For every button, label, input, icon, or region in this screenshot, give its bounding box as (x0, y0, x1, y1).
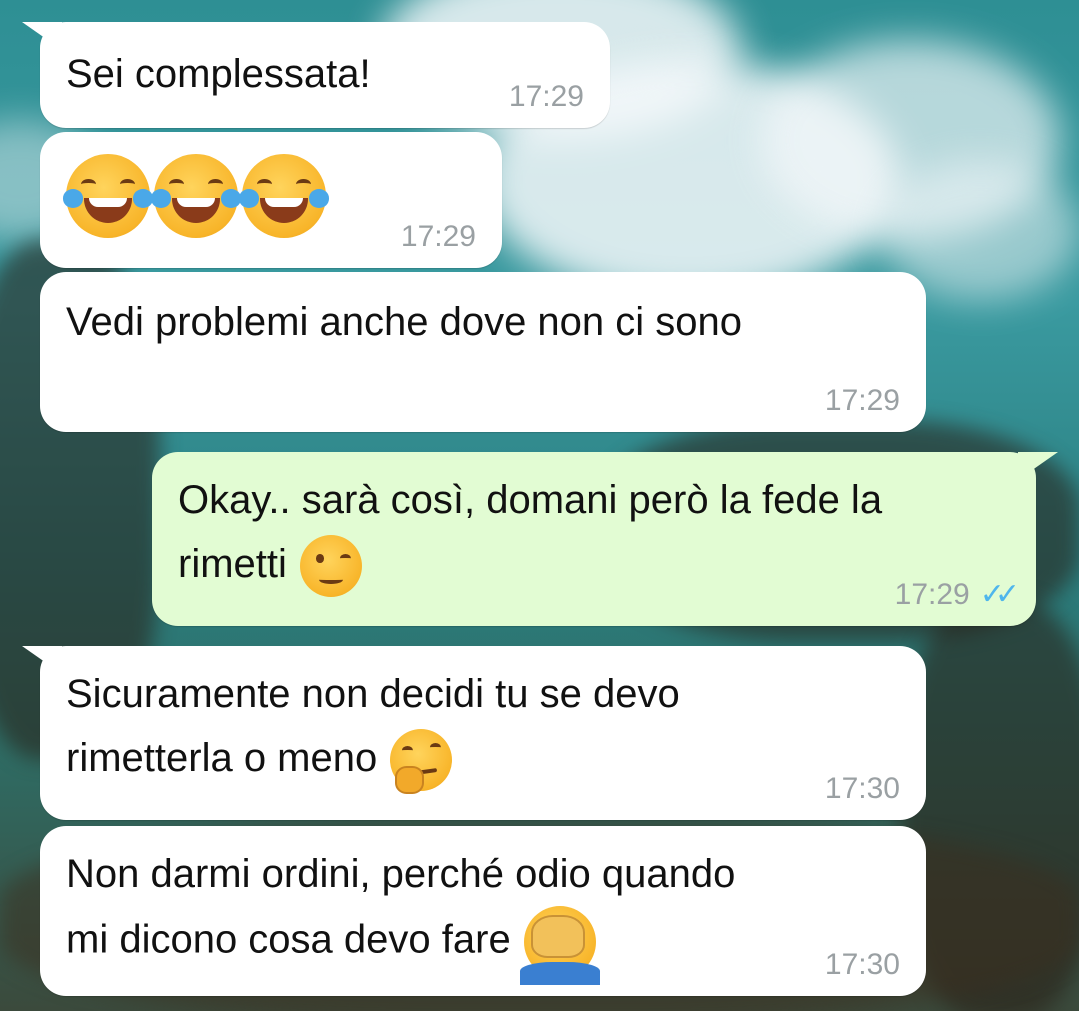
message-time: 17:30 (824, 772, 900, 805)
face-with-tears-of-joy-icon (238, 154, 330, 238)
incoming-message[interactable]: Sei complessata! 17:29 (22, 22, 610, 128)
incoming-message[interactable]: 17:29 (40, 132, 502, 268)
message-time: 17:29 (400, 220, 476, 253)
message-text-line: rimetterla o meno (66, 736, 378, 780)
man-facepalming-icon (519, 906, 601, 986)
message-time: 17:29 (894, 578, 970, 611)
winking-face-icon (300, 535, 363, 598)
face-with-tears-of-joy-icon (150, 154, 242, 238)
double-check-read-icon: ✓✓ (979, 578, 1020, 611)
face-with-tears-of-joy-icon (62, 154, 154, 238)
message-time: 17:29 (508, 80, 584, 113)
outgoing-message[interactable]: Okay.. sarà così, domani però la fede la… (152, 452, 1058, 626)
message-text-line: mi dicono cosa devo fare (66, 917, 511, 962)
message-time: 17:29 (824, 384, 900, 417)
incoming-message[interactable]: Vedi problemi anche dove non ci sono 17:… (40, 272, 926, 432)
message-text: Vedi problemi anche dove non ci sono (66, 300, 743, 344)
incoming-message[interactable]: Non darmi ordini, perché odio quando mi … (40, 826, 926, 996)
message-text: Sei complessata! (66, 52, 371, 96)
message-text-line: Non darmi ordini, perché odio quando (66, 852, 736, 896)
thinking-face-icon (390, 729, 453, 794)
message-time: 17:30 (824, 948, 900, 981)
incoming-message[interactable]: Sicuramente non decidi tu se devo rimett… (22, 646, 926, 820)
message-text-line: rimetti (178, 542, 287, 586)
message-text-line: Okay.. sarà così, domani però la fede la (178, 478, 883, 522)
message-text-line: Sicuramente non decidi tu se devo (66, 672, 680, 716)
